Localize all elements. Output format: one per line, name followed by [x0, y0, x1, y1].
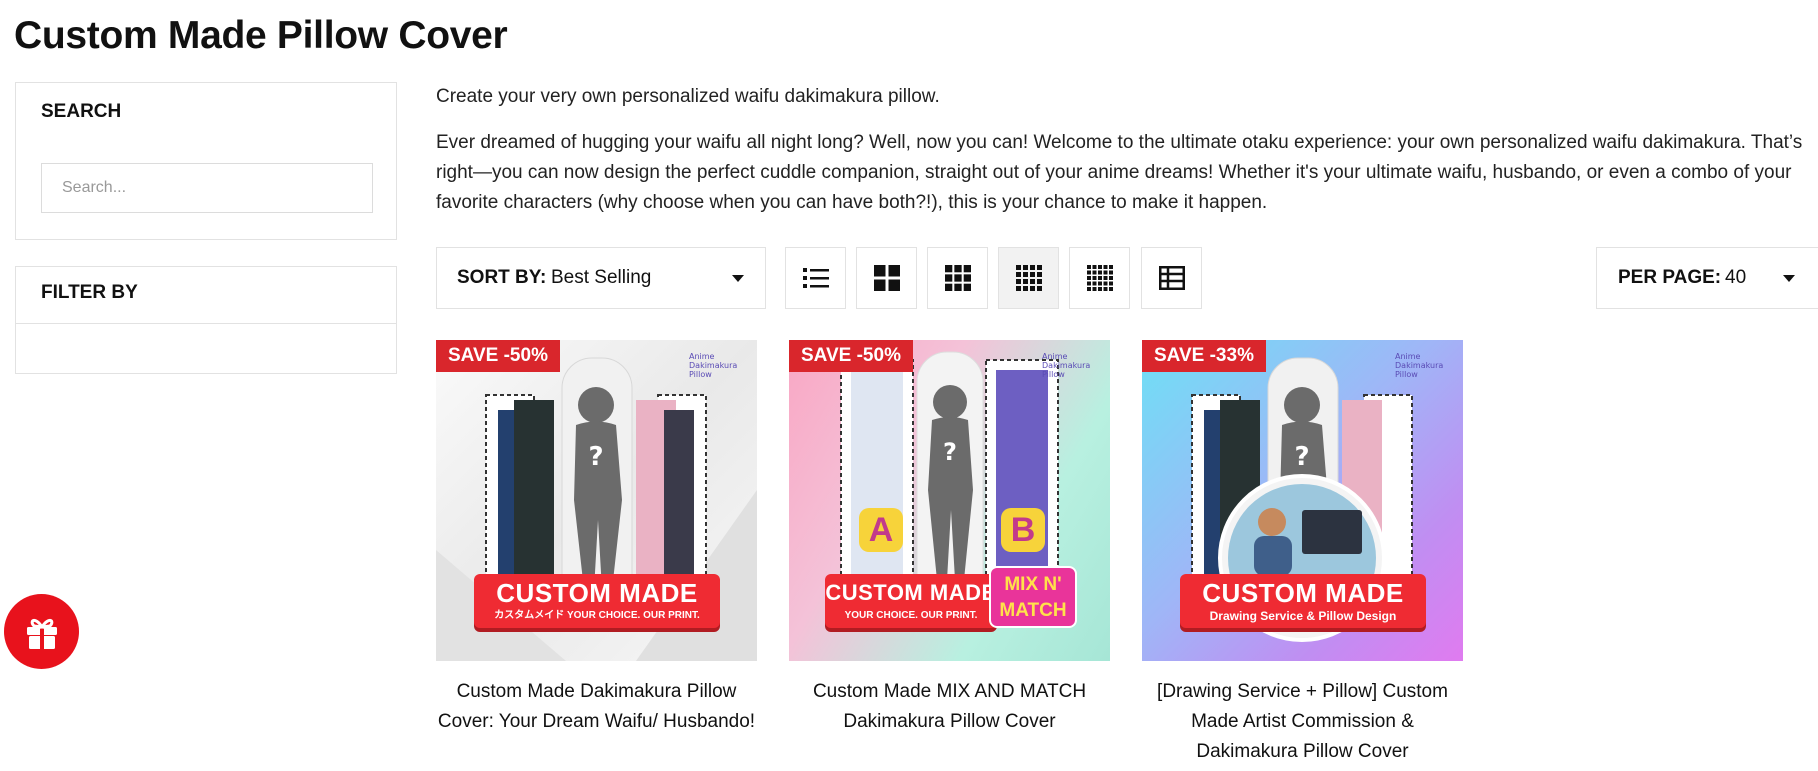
- grid-3-icon: [944, 265, 971, 291]
- product-card[interactable]: ? A B Anime Dakimakura Pillow SAVE -50% …: [789, 340, 1110, 737]
- view-grid-2-button[interactable]: [856, 247, 917, 309]
- discount-badge: SAVE -50%: [436, 340, 560, 372]
- product-image[interactable]: ? A B Anime Dakimakura Pillow SAVE -50% …: [789, 340, 1110, 661]
- svg-text:?: ?: [588, 442, 603, 472]
- grid-2-icon: [873, 265, 900, 291]
- banner-subtitle: カスタムメイド YOUR CHOICE. OUR PRINT.: [494, 610, 700, 621]
- view-grid-3-button[interactable]: [927, 247, 988, 309]
- search-heading: SEARCH: [41, 101, 122, 122]
- mix-n-match-banner: MIX N' MATCH: [989, 566, 1077, 628]
- view-table-button[interactable]: [1141, 247, 1202, 309]
- gift-button[interactable]: [4, 594, 79, 669]
- brand-logo: Anime Dakimakura Pillow: [689, 352, 738, 379]
- banner-subtitle: Drawing Service & Pillow Design: [1209, 609, 1397, 623]
- view-grid-5-button[interactable]: [1069, 247, 1130, 309]
- discount-badge: SAVE -50%: [789, 340, 913, 372]
- product-title[interactable]: Custom Made Dakimakura Pillow Cover: You…: [436, 661, 757, 737]
- banner-title: CUSTOM MADE: [496, 578, 698, 608]
- per-page-value: 40: [1725, 267, 1747, 288]
- collection-description: Ever dreamed of hugging your waifu all n…: [436, 132, 1803, 213]
- view-grid-4-button[interactable]: [998, 247, 1059, 309]
- search-input[interactable]: [41, 163, 373, 213]
- banner-subtitle: YOUR CHOICE. OUR PRINT.: [844, 610, 978, 621]
- sort-label: SORT BY:: [457, 267, 547, 288]
- svg-text:?: ?: [1294, 442, 1309, 472]
- page-title: Custom Made Pillow Cover: [14, 14, 508, 57]
- brand-logo: Anime Dakimakura Pillow: [1042, 352, 1091, 379]
- banner-title: CUSTOM MADE: [1202, 578, 1404, 608]
- custom-made-banner: CUSTOM MADE カスタムメイド YOUR CHOICE. OUR PRI…: [474, 574, 720, 628]
- custom-made-banner: CUSTOM MADE YOUR CHOICE. OUR PRINT.: [825, 574, 997, 628]
- grid-5-icon: [1086, 265, 1113, 291]
- banner-title: CUSTOM MADE: [825, 580, 997, 605]
- product-image[interactable]: ? Anime Dakimakura Pillow SAVE -33% CUST…: [1142, 340, 1463, 661]
- view-list-button[interactable]: [785, 247, 846, 309]
- chevron-down-icon: [1783, 275, 1795, 282]
- option-b-label: B: [1001, 508, 1045, 552]
- per-page-dropdown[interactable]: PER PAGE: 40: [1596, 247, 1818, 309]
- custom-made-banner: CUSTOM MADE Drawing Service & Pillow Des…: [1180, 574, 1426, 628]
- filter-heading: FILTER BY: [41, 282, 138, 303]
- filter-panel: FILTER BY: [15, 266, 397, 374]
- product-card[interactable]: ? Anime Dakimakura Pillow SAVE -50% CUST…: [436, 340, 757, 737]
- sort-value: Best Selling: [551, 267, 652, 288]
- search-panel: SEARCH: [15, 82, 397, 240]
- list-view-icon: [802, 268, 829, 288]
- option-a-label: A: [859, 508, 903, 552]
- grid-4-icon: [1015, 265, 1042, 291]
- per-page-label: PER PAGE:: [1618, 267, 1722, 288]
- product-title[interactable]: [Drawing Service + Pillow] Custom Made A…: [1142, 661, 1463, 767]
- chevron-down-icon: [732, 275, 744, 282]
- product-image[interactable]: ? Anime Dakimakura Pillow SAVE -50% CUST…: [436, 340, 757, 661]
- sort-dropdown[interactable]: SORT BY: Best Selling: [436, 247, 766, 309]
- table-view-icon: [1158, 266, 1185, 290]
- product-card[interactable]: ? Anime Dakimakura Pillow SAVE -33% CUST…: [1142, 340, 1463, 767]
- gift-icon: [26, 618, 57, 649]
- product-title[interactable]: Custom Made MIX AND MATCH Dakimakura Pil…: [789, 661, 1110, 737]
- discount-badge: SAVE -33%: [1142, 340, 1266, 372]
- collection-intro: Create your very own personalized waifu …: [436, 86, 940, 107]
- filter-divider: [16, 323, 396, 324]
- brand-logo: Anime Dakimakura Pillow: [1395, 352, 1444, 379]
- svg-text:?: ?: [943, 438, 957, 466]
